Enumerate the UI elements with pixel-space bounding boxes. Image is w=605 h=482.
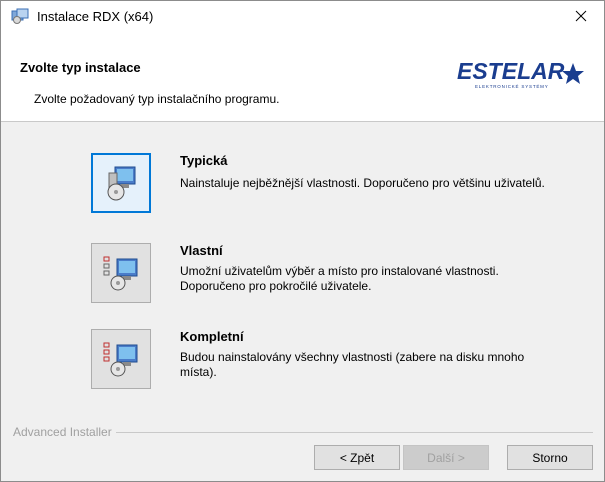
dialog-header: Zvolte typ instalace Zvolte požadovaný t… <box>1 31 604 122</box>
option-title: Typická <box>180 153 228 168</box>
typical-install-icon <box>107 166 136 201</box>
cancel-button[interactable]: Storno <box>507 445 593 470</box>
next-button[interactable]: Další > <box>403 445 489 470</box>
custom-install-button[interactable] <box>91 243 151 303</box>
window-title: Instalace RDX (x64) <box>37 9 154 24</box>
option-custom: Vlastní Umožní uživatelům výběr a místo … <box>1 238 604 308</box>
typical-install-button[interactable] <box>91 153 151 213</box>
page-subtitle: Zvolte požadovaný typ instalačního progr… <box>34 92 280 106</box>
custom-install-icon <box>103 256 138 291</box>
option-title: Vlastní <box>180 243 223 258</box>
close-button[interactable] <box>558 1 604 31</box>
complete-install-button[interactable] <box>91 329 151 389</box>
option-title: Kompletní <box>180 329 244 344</box>
back-button[interactable]: < Zpět <box>314 445 400 470</box>
logo-tagline: ELEKTRONICKÉ SYSTÉMY <box>475 83 549 89</box>
option-description: Budou nainstalovány všechny vlastnosti (… <box>180 350 525 379</box>
option-typical: Typická Nainstaluje nejběžnější vlastnos… <box>1 148 604 218</box>
title-bar: Instalace RDX (x64) <box>1 1 604 31</box>
advanced-installer-label: Advanced Installer <box>13 425 116 439</box>
complete-install-icon <box>103 342 138 377</box>
option-complete: Kompletní Budou nainstalovány všechny vl… <box>1 324 604 394</box>
close-icon <box>575 10 587 22</box>
page-title: Zvolte typ instalace <box>20 60 141 75</box>
logo-text: ESTELAR <box>457 58 565 84</box>
star-icon <box>562 63 584 84</box>
installer-app-icon <box>11 8 29 24</box>
option-description: Umožní uživatelům výběr a místo pro inst… <box>180 264 499 293</box>
installer-window: Instalace RDX (x64) Zvolte typ instalace… <box>0 0 605 482</box>
option-description: Nainstaluje nejběžnější vlastnosti. Dopo… <box>180 176 545 190</box>
estelar-logo: ESTELAR ELEKTRONICKÉ SYSTÉMY <box>457 58 584 89</box>
